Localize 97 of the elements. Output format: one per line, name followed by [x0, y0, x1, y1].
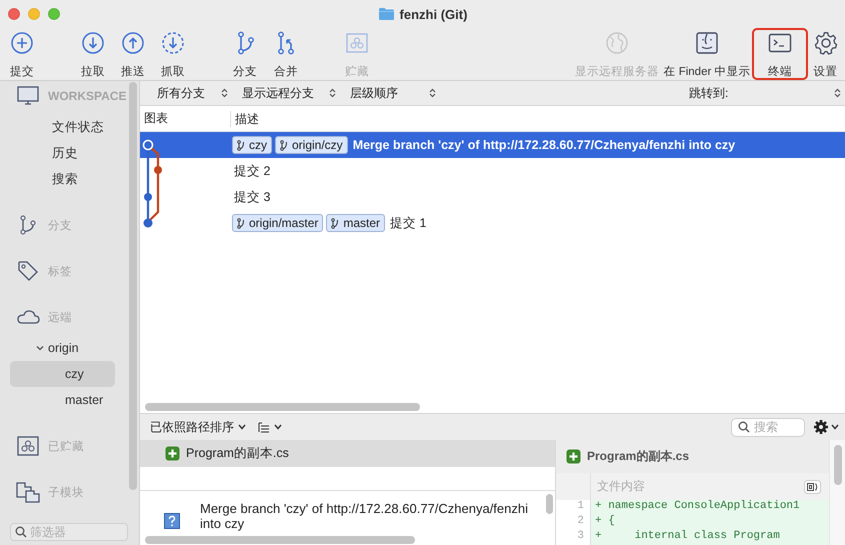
hunk-header: 文件内容	[597, 478, 645, 495]
plus-square-icon	[566, 449, 581, 464]
file-row[interactable]: Program的副本.cs	[140, 440, 555, 467]
minimize-button-icon	[28, 8, 40, 20]
wrap-toggle-button[interactable]	[804, 480, 821, 494]
toolbar-button[interactable]: 抓取	[153, 28, 193, 80]
branch-name: origin/czy	[292, 138, 343, 152]
filter-field[interactable]: 筛选器	[10, 523, 128, 541]
list-icon	[258, 422, 270, 432]
vertical-scrollbar[interactable]	[546, 494, 553, 514]
commit-message: 提交 1	[390, 214, 426, 232]
cloud-icon	[16, 309, 40, 325]
folder-icon	[378, 7, 395, 21]
sort-dropdown[interactable]: 已依照路径排序	[150, 418, 246, 436]
filter-dropdown[interactable]: 所有分支	[140, 82, 232, 104]
search-field[interactable]: 搜索	[731, 418, 805, 436]
search-icon	[15, 526, 27, 538]
jump-to-dropdown[interactable]: 跳转到:	[680, 82, 845, 104]
column-header[interactable]: 描述	[230, 110, 259, 126]
branch-icon	[19, 215, 37, 235]
settings-icon	[813, 419, 829, 435]
toolbar-button[interactable]: 合并	[266, 28, 306, 80]
filter-dropdown[interactable]: 层级顺序	[340, 82, 440, 104]
zoom-button-icon	[48, 8, 60, 20]
search-icon	[738, 421, 750, 433]
branch-name: master	[343, 216, 380, 230]
wrap-lines-icon	[804, 480, 821, 494]
branch-icon	[280, 140, 288, 150]
commit-message: Merge branch 'czy' of http://172.28.60.77/Czhenya/fenzhi into czy	[352, 138, 736, 152]
sidebar-item[interactable]: 文件状态	[0, 114, 128, 140]
up-down-chevron-icon	[221, 88, 228, 98]
settings-button[interactable]	[813, 419, 839, 435]
commit-message: 提交 3	[234, 188, 270, 206]
branch-name: czy	[249, 138, 267, 152]
terminal-icon	[768, 31, 792, 55]
filter-dropdown[interactable]: 显示远程分支	[232, 82, 340, 104]
settings-icon	[814, 31, 838, 55]
toolbar-button[interactable]: 提交	[2, 28, 42, 80]
folders-icon	[16, 481, 40, 503]
tag-icon	[17, 260, 39, 282]
tree-item[interactable]: czy	[10, 361, 115, 387]
section-header: 远端	[48, 310, 72, 324]
tree-item[interactable]: origin	[0, 335, 128, 361]
file-name: Program的副本.cs	[587, 448, 690, 465]
globe-icon	[605, 31, 629, 55]
vertical-scrollbar[interactable]	[129, 82, 137, 490]
commit-row[interactable]: czy origin/czy Merge branch 'czy' of http://172.28.60.77/Czhenya/fenzhi into czy	[140, 132, 845, 158]
monitor-icon	[17, 86, 39, 106]
window-title: fenzhi (Git)	[400, 6, 468, 22]
vertical-scrollbar[interactable]	[834, 445, 842, 485]
commit-row[interactable]: origin/master master 提交 1	[140, 210, 845, 236]
question-icon	[164, 513, 180, 529]
section-header: 已贮藏	[48, 440, 84, 454]
up-down-chevron-icon	[329, 88, 336, 98]
toolbar-button[interactable]: 分支	[225, 28, 265, 80]
toolbar-button[interactable]: 终端	[752, 28, 808, 80]
branch-icon	[331, 218, 340, 228]
arrow-up-circle-icon	[121, 31, 145, 55]
close-button-icon	[8, 8, 20, 20]
commit-message: Merge branch 'czy' of http://172.28.60.77/Czhenya/fenzhi into czy	[200, 500, 529, 533]
sidebar-item[interactable]: 历史	[0, 140, 128, 166]
chevron-down-icon	[274, 424, 282, 430]
file-name: Program的副本.cs	[186, 445, 289, 462]
branch-name: origin/master	[249, 216, 318, 230]
section-header: 标签	[48, 264, 72, 278]
toolbar-button[interactable]: 设置	[808, 28, 843, 80]
face-square-icon	[695, 31, 719, 55]
chevron-down-icon	[831, 424, 839, 430]
plus-circle-icon	[10, 31, 34, 55]
toolbar-button[interactable]: 推送	[113, 28, 153, 80]
dashed-arrow-down-icon	[161, 31, 185, 55]
arrow-down-circle-icon	[81, 31, 105, 55]
disclosure-chevron-icon	[36, 344, 44, 352]
toolbar-button[interactable]: 在 Finder 中显示	[662, 28, 752, 80]
tree-item[interactable]: master	[10, 387, 115, 413]
sidebar-item[interactable]: 搜索	[0, 166, 128, 192]
plus-square-icon	[165, 446, 180, 461]
section-header: 分支	[48, 218, 72, 232]
search-input[interactable]: 搜索	[754, 420, 804, 434]
section-header: WORKSPACE	[48, 89, 126, 103]
horizontal-scrollbar[interactable]	[145, 536, 415, 544]
branch-icon	[237, 140, 245, 150]
column-header[interactable]: 图表	[140, 110, 230, 127]
commit-row[interactable]: 提交 3	[140, 184, 845, 210]
circles-box-icon	[17, 436, 39, 456]
section-header: 子模块	[48, 486, 84, 500]
branch-icon	[237, 218, 245, 228]
horizontal-scrollbar[interactable]	[145, 403, 420, 411]
view-options-button[interactable]	[258, 422, 282, 432]
chevron-down-icon	[238, 424, 246, 430]
toolbar-button[interactable]: 拉取	[73, 28, 113, 80]
up-down-chevron-icon	[834, 88, 841, 98]
commit-row[interactable]: 提交 2	[140, 158, 845, 184]
circles-box-icon	[345, 31, 369, 55]
commit-message: 提交 2	[234, 162, 270, 180]
filter-input[interactable]: 筛选器	[30, 525, 120, 539]
up-down-chevron-icon	[429, 88, 436, 98]
